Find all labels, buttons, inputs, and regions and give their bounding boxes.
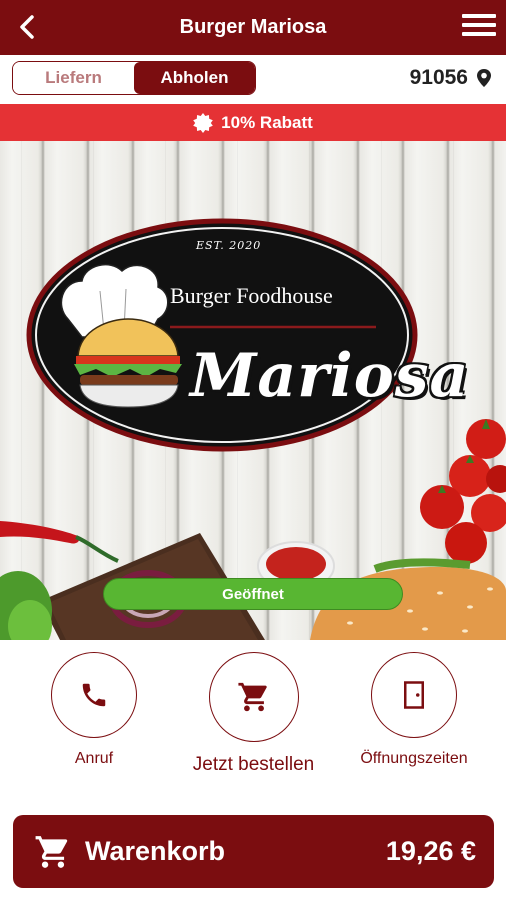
- hours-button[interactable]: [371, 652, 457, 738]
- cart-icon-wrap: [33, 832, 73, 872]
- mode-option-liefern[interactable]: Liefern: [13, 62, 134, 94]
- cart-icon: [35, 835, 68, 868]
- hours-action[interactable]: Öffnungszeiten: [354, 652, 474, 768]
- call-label: Anruf: [74, 750, 114, 767]
- menu-button[interactable]: [462, 14, 496, 40]
- order-label: Jetzt bestellen: [192, 754, 315, 775]
- cart-icon: [237, 682, 267, 712]
- burger-drawing: [74, 318, 182, 408]
- logo-name: Mariosa: [190, 341, 470, 411]
- zip-code: 91056: [409, 66, 468, 89]
- delivery-mode-toggle[interactable]: Liefern Abholen: [12, 61, 256, 95]
- phone-icon: [82, 683, 106, 707]
- promo-text: 10% Rabatt: [221, 112, 313, 132]
- chili-pepper: [0, 521, 119, 563]
- location-selector[interactable]: 91056: [410, 61, 492, 95]
- location-pin-icon: [477, 69, 491, 87]
- cart-total: 19,26 €: [385, 836, 476, 866]
- promo-banner[interactable]: 10% Rabatt: [0, 104, 506, 141]
- restaurant-logo: [26, 218, 418, 452]
- call-button[interactable]: [51, 652, 137, 738]
- hamburger-line: [462, 23, 496, 27]
- mode-option-abholen[interactable]: Abholen: [134, 62, 255, 94]
- cart-button[interactable]: Warenkorb 19,26 €: [13, 815, 494, 888]
- hours-label: Öffnungszeiten: [360, 750, 468, 767]
- hamburger-menu-icon: [462, 14, 496, 18]
- lettuce: [0, 571, 52, 640]
- quick-actions: Anruf Jetzt bestellen Öffnungszeiten: [0, 640, 506, 800]
- order-action[interactable]: Jetzt bestellen: [190, 652, 317, 776]
- cart-label: Warenkorb: [85, 836, 226, 866]
- logo-tagline: Burger Foodhouse: [170, 283, 333, 308]
- page-title: Burger Mariosa: [179, 16, 327, 38]
- order-button[interactable]: [208, 652, 299, 742]
- hero-image: EST. 2020 Burger Foodhouse Mariosa: [0, 141, 506, 640]
- hamburger-line: [462, 32, 496, 36]
- logo-est: EST. 2020: [196, 239, 262, 252]
- mode-bar: Liefern Abholen 91056: [0, 55, 506, 103]
- tomatoes: [420, 419, 506, 564]
- app-header: Burger Mariosa: [0, 0, 506, 55]
- door-icon: [404, 681, 424, 709]
- status-badge: Geöffnet: [103, 578, 403, 610]
- badge-icon: [193, 112, 213, 133]
- call-action[interactable]: Anruf: [51, 652, 137, 768]
